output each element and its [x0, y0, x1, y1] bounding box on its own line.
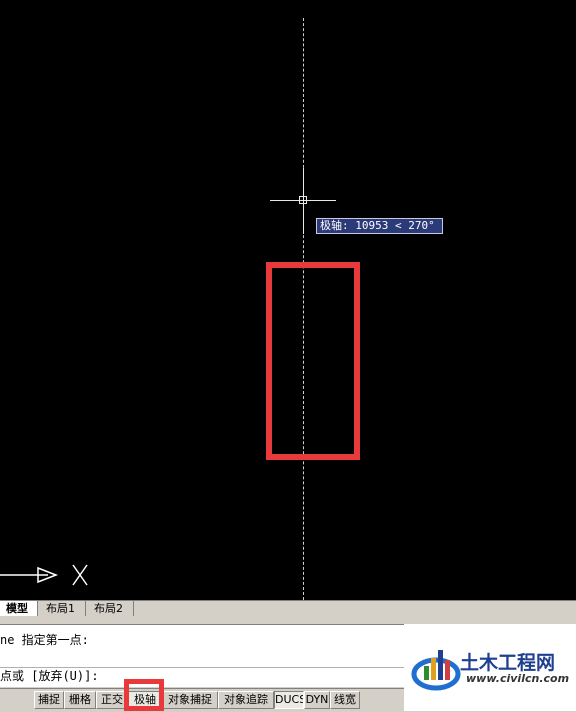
- layout-tabs: 模型 布局1 布局2: [0, 600, 576, 617]
- watermark-title: 土木工程网: [460, 652, 556, 674]
- tab-layout1[interactable]: 布局1: [40, 601, 86, 616]
- civilcn-logo-icon: [411, 650, 461, 691]
- command-history-line: ne 指定第一点:: [0, 633, 89, 647]
- drawing-canvas[interactable]: 极轴: 10953 < 270°: [0, 0, 576, 600]
- ducs-button[interactable]: DUCS: [274, 691, 304, 709]
- command-window[interactable]: ne 指定第一点: 点或 [放弃(U)]:: [0, 624, 404, 687]
- highlight-polar-button: [124, 679, 164, 711]
- otrack-button[interactable]: 对象追踪: [218, 691, 274, 709]
- osnap-button[interactable]: 对象捕捉: [162, 691, 218, 709]
- watermark-url: www.civilcn.com: [466, 672, 570, 685]
- highlight-tracking-line: [266, 262, 360, 460]
- status-bar: 捕捉 栅格 正交 极轴 对象捕捉 对象追踪 DUCS DYN 线宽: [0, 688, 404, 712]
- snap-button[interactable]: 捕捉: [34, 691, 64, 709]
- polar-tooltip: 极轴: 10953 < 270°: [316, 218, 443, 234]
- grid-button[interactable]: 栅格: [64, 691, 96, 709]
- crosshair-pickbox: [299, 196, 307, 204]
- tab-model[interactable]: 模型: [0, 601, 38, 616]
- command-prompt-line[interactable]: 点或 [放弃(U)]:: [0, 667, 99, 685]
- lineweight-button[interactable]: 线宽: [330, 691, 360, 709]
- tab-layout2[interactable]: 布局2: [88, 601, 134, 616]
- dyn-button[interactable]: DYN: [304, 691, 330, 709]
- watermark: 土木工程网 www.civilcn.com: [404, 624, 576, 711]
- ucs-icon: [0, 564, 88, 586]
- polar-tracking-line-upper: [303, 18, 304, 178]
